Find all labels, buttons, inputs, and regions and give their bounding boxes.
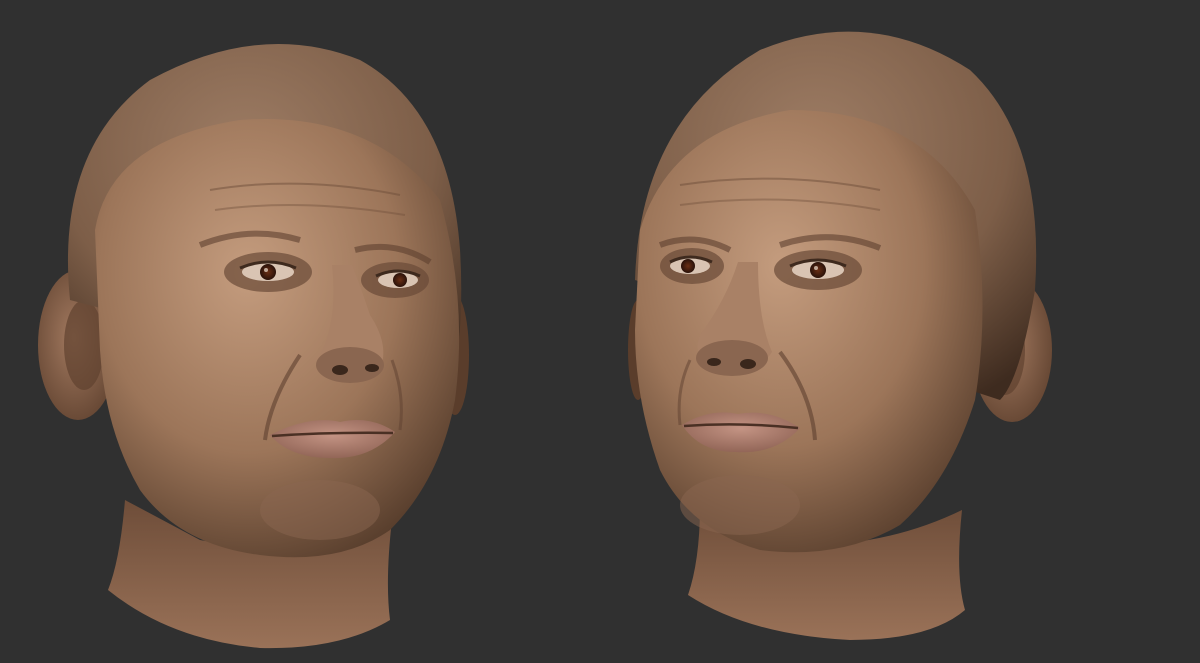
render-viewport: [0, 0, 1200, 663]
head-sculpt-render: [0, 0, 1200, 663]
face: [635, 110, 983, 553]
